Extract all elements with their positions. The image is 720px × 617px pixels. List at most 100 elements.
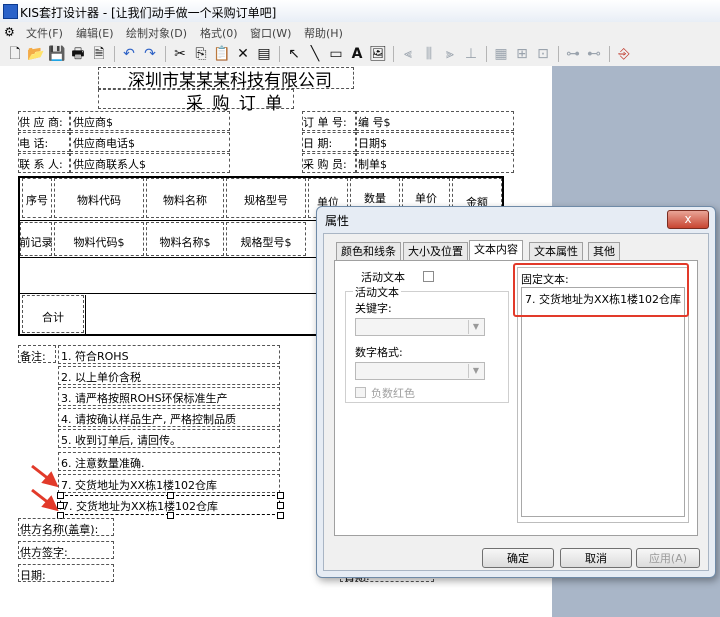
preview-icon[interactable]: 🗎	[90, 45, 108, 63]
apply-button[interactable]: 应用(A)	[636, 548, 700, 568]
pointer-icon[interactable]: ↖	[285, 45, 303, 63]
exit-icon[interactable]: ⎆	[615, 45, 633, 63]
menu-file[interactable]: 文件(F)	[26, 25, 63, 41]
order2-icon[interactable]: ⊷	[585, 45, 603, 63]
toolbar: 🗋 📂 💾 🖶 🗎 ↶ ↷ ✂ ⎘ 📋 ✕ ▤ ↖ ╲ ▭ A 🖼 ⫷ ⫼ ⫸ …	[0, 42, 720, 67]
note-1: 1. 符合ROHS	[61, 350, 129, 363]
dialog-title: 属性	[325, 214, 350, 228]
grid-icon[interactable]: ▦	[492, 45, 510, 63]
tab-text-content[interactable]: 文本内容	[469, 240, 523, 261]
buyer-value: 制单$	[358, 158, 387, 171]
date-field-label: 日 期:	[303, 137, 333, 150]
note-8: 7. 交货地址为XX栋1楼102仓库	[62, 500, 219, 513]
menu-edit[interactable]: 编辑(E)	[76, 25, 114, 41]
note-4: 4. 请按确认样品生产, 严格控制品质	[61, 413, 236, 426]
supplier-name-label: 供方名称(盖章):	[20, 523, 99, 536]
fixed-text-area[interactable]	[521, 287, 685, 517]
menu-format[interactable]: 格式(0)	[200, 25, 238, 41]
header-code: 物料代码	[77, 194, 121, 207]
number-format-combo[interactable]: ▼	[355, 362, 485, 380]
row-code: 物料代码$	[73, 236, 125, 249]
keyword-label: 关键字:	[355, 302, 392, 315]
menu-app-icon[interactable]: ⚙	[4, 25, 15, 39]
contact-value: 供应商联系人$	[73, 158, 146, 171]
tab-size-position[interactable]: 大小及位置	[403, 242, 468, 261]
row-name: 物料名称$	[159, 236, 211, 249]
tab-color-line[interactable]: 颜色和线条	[336, 242, 401, 261]
resize-handle[interactable]	[277, 512, 284, 519]
supplier-sign-label: 供方签字:	[20, 546, 68, 559]
resize-handle[interactable]	[277, 502, 284, 509]
note-2: 2. 以上单价含税	[61, 371, 141, 384]
contact-label: 联 系 人:	[19, 158, 63, 171]
row-record: 前记录	[19, 236, 53, 249]
close-button[interactable]: x	[667, 210, 709, 229]
number-format-label: 数字格式:	[355, 346, 403, 359]
delete-icon[interactable]: ✕	[234, 45, 252, 63]
paste-icon[interactable]: 📋	[213, 45, 231, 63]
arrow-icon	[31, 464, 59, 512]
keyword-combo[interactable]: ▼	[355, 318, 485, 336]
negative-red-label: 负数红色	[371, 387, 415, 400]
resize-handle[interactable]	[167, 512, 174, 519]
note-7: 7. 交货地址为XX栋1楼102仓库	[61, 479, 218, 492]
resize-handle[interactable]	[167, 492, 174, 499]
supplier-value: 供应商$	[73, 116, 113, 129]
red-arrow-icons	[31, 464, 59, 512]
highlight-box	[513, 263, 689, 317]
phone-value: 供应商电话$	[73, 137, 135, 150]
note-3: 3. 请严格按照ROHS环保标准生产	[61, 392, 228, 405]
align-bottom-icon[interactable]: ⊥	[462, 45, 480, 63]
tab-panel: 活动文本 活动文本 关键字: ▼ 数字格式: ▼ 负数红色 固定文本: 7. 交…	[334, 260, 698, 536]
properties-icon[interactable]: ▤	[255, 45, 273, 63]
supplier-label: 供 应 商:	[19, 116, 63, 129]
save-icon[interactable]: 💾	[48, 45, 66, 63]
buyer-label: 采 购 员:	[303, 158, 347, 171]
active-text-checkbox[interactable]	[423, 271, 434, 282]
cut-icon[interactable]: ✂	[171, 45, 189, 63]
properties-dialog: 属性 x 颜色和线条 大小及位置 文本内容 文本属性 其他 活动文本 活动文本 …	[316, 206, 716, 578]
menu-bar: ⚙ 文件(F) 编辑(E) 绘制对象(D) 格式(0) 窗口(W) 帮助(H)	[0, 22, 720, 42]
cancel-button[interactable]: 取消	[560, 548, 632, 568]
window-title: KIS套打设计器 - [让我们动手做一个采购订单吧]	[20, 6, 277, 20]
order-icon[interactable]: ⊶	[564, 45, 582, 63]
header-seq: 序号	[26, 194, 48, 207]
align-right-icon[interactable]: ⫸	[441, 45, 459, 63]
title-bar: KIS套打设计器 - [让我们动手做一个采购订单吧]	[0, 0, 720, 23]
order-no-label: 订 单 号:	[303, 116, 347, 129]
tab-text-properties[interactable]: 文本属性	[529, 242, 583, 261]
space-icon[interactable]: ⊡	[534, 45, 552, 63]
header-qty: 数量	[364, 192, 386, 205]
undo-icon[interactable]: ↶	[120, 45, 138, 63]
phone-label: 电 话:	[19, 137, 49, 150]
dialog-body: 颜色和线条 大小及位置 文本内容 文本属性 其他 活动文本 活动文本 关键字: …	[323, 233, 709, 571]
line-icon[interactable]: ╲	[306, 45, 324, 63]
menu-window[interactable]: 窗口(W)	[250, 25, 291, 41]
rectangle-icon[interactable]: ▭	[327, 45, 345, 63]
header-spec: 规格型号	[244, 194, 288, 207]
redo-icon[interactable]: ↷	[141, 45, 159, 63]
close-icon: x	[684, 212, 692, 226]
resize-handle[interactable]	[277, 492, 284, 499]
chevron-down-icon: ▼	[468, 320, 483, 334]
footer-date-label: 日期:	[20, 569, 46, 582]
notes-label: 备注:	[20, 350, 46, 363]
menu-help[interactable]: 帮助(H)	[304, 25, 343, 41]
new-icon[interactable]: 🗋	[6, 45, 24, 63]
order-no-value: 编 号$	[358, 116, 391, 129]
text-icon[interactable]: A	[348, 45, 366, 63]
print-icon[interactable]: 🖶	[69, 45, 87, 63]
menu-draw[interactable]: 绘制对象(D)	[126, 25, 187, 41]
row-spec: 规格型号$	[240, 236, 292, 249]
negative-red-checkbox[interactable]	[355, 387, 366, 398]
size-icon[interactable]: ⊞	[513, 45, 531, 63]
copy-icon[interactable]: ⎘	[192, 45, 210, 63]
date-field-value: 日期$	[358, 137, 387, 150]
company-name: 深圳市某某某科技有限公司	[128, 71, 332, 91]
open-icon[interactable]: 📂	[27, 45, 45, 63]
align-left-icon[interactable]: ⫷	[399, 45, 417, 63]
image-icon[interactable]: 🖼	[369, 45, 387, 63]
align-center-icon[interactable]: ⫼	[420, 45, 438, 63]
ok-button[interactable]: 确定	[482, 548, 554, 568]
tab-other[interactable]: 其他	[588, 242, 620, 261]
